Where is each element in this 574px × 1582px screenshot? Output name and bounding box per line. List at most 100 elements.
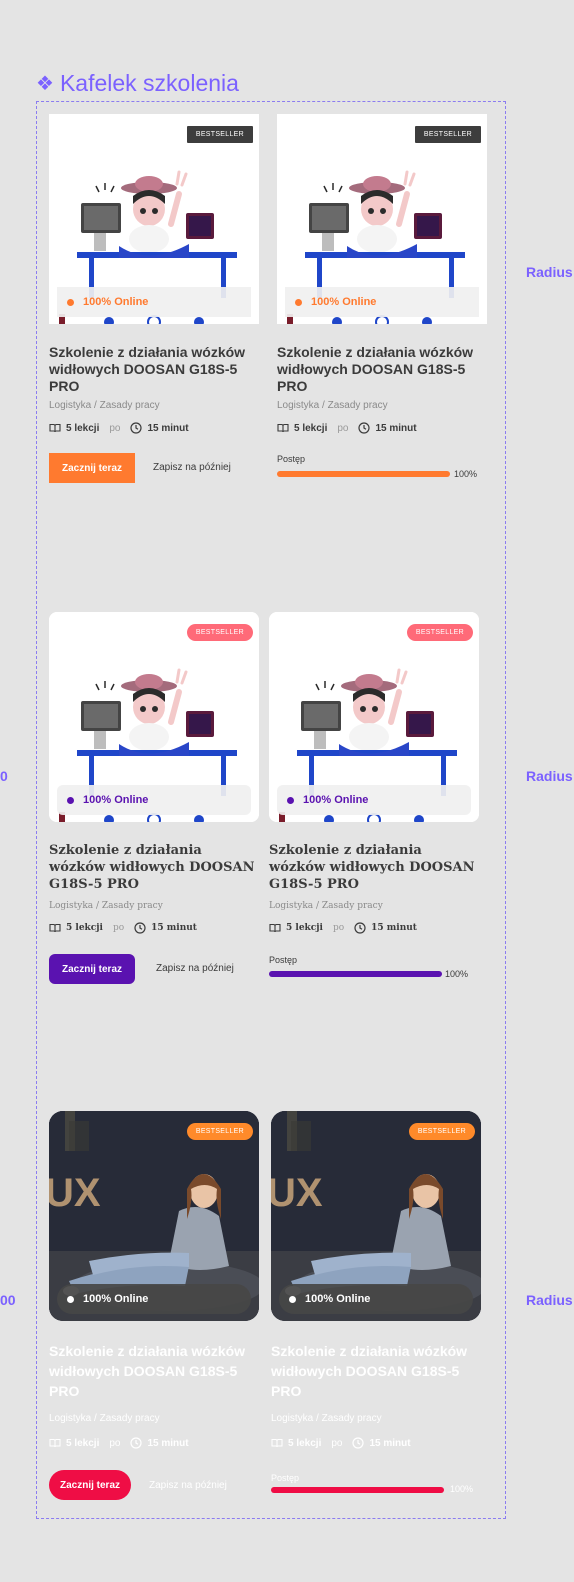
online-label: 100% Online xyxy=(311,296,377,308)
separator-label: po xyxy=(112,923,125,933)
duration: 15 minut xyxy=(369,1437,411,1449)
progress-bar xyxy=(277,471,450,477)
progress-label: Postęp xyxy=(271,1473,300,1483)
bestseller-badge: BESTSELLER xyxy=(186,126,253,143)
lessons-count: 5 lekcji xyxy=(66,923,103,933)
course-category: Logistyka / Zasady pracy xyxy=(49,901,163,911)
course-card[interactable]: BESTSELLER 100% Online Szkolenie z dział… xyxy=(49,612,259,992)
bestseller-badge: BESTSELLER xyxy=(186,624,253,641)
bestseller-badge: BESTSELLER xyxy=(406,624,473,641)
course-category: Logistyka / Zasady pracy xyxy=(49,400,160,411)
progress-percent: 100% xyxy=(450,1484,474,1494)
course-card[interactable]: UX BESTSELLER 100% Online Szkolenie z dz… xyxy=(49,1111,259,1506)
book-icon xyxy=(269,923,281,933)
online-badge: 100% Online xyxy=(285,287,479,317)
clock-icon xyxy=(130,1437,143,1449)
online-label: 100% Online xyxy=(83,794,149,806)
course-meta: 5 lekcji po 15 minut xyxy=(49,1437,189,1449)
start-now-button[interactable]: Zacznij teraz xyxy=(49,954,135,984)
component-icon: ❖ xyxy=(36,72,54,95)
progress-bar xyxy=(271,1487,444,1493)
start-now-button[interactable]: Zacznij teraz xyxy=(49,1470,131,1500)
course-meta: 5 lekcji po 15 minut xyxy=(49,422,189,434)
lessons-count: 5 lekcji xyxy=(66,1437,100,1449)
course-card[interactable]: BESTSELLER 100% Online Szkolenie z dział… xyxy=(269,612,479,992)
online-badge: 100% Online xyxy=(57,287,251,317)
course-category: Logistyka / Zasady pracy xyxy=(49,1413,160,1424)
online-label: 100% Online xyxy=(303,794,369,806)
book-icon xyxy=(271,1438,283,1448)
course-thumbnail: BESTSELLER 100% Online xyxy=(49,612,259,822)
separator-label: po xyxy=(331,1437,343,1449)
bestseller-badge: BESTSELLER xyxy=(408,1123,475,1140)
course-title[interactable]: Szkolenie z działania wózków widłowych D… xyxy=(49,1341,259,1401)
progress-bar xyxy=(269,971,442,977)
radius-label: Radius xyxy=(526,264,573,280)
online-label: 100% Online xyxy=(83,296,149,308)
save-later-link[interactable]: Zapisz na później xyxy=(153,462,231,473)
online-badge: 100% Online xyxy=(279,1284,473,1314)
progress-percent: 100% xyxy=(454,469,478,479)
course-thumbnail: UX BESTSELLER 100% Online xyxy=(49,1111,259,1321)
separator-label: po xyxy=(109,1437,121,1449)
separator-label: po xyxy=(109,422,121,434)
course-thumbnail: BESTSELLER 100% Online xyxy=(277,114,487,324)
course-title[interactable]: Szkolenie z działania wózków widłowych D… xyxy=(271,1341,481,1401)
separator-label: po xyxy=(332,923,345,933)
course-card[interactable]: BESTSELLER 100% Online Szkolenie z dział… xyxy=(277,114,487,494)
course-title[interactable]: Szkolenie z działania wózków widłowych D… xyxy=(269,842,479,893)
progress-fill xyxy=(271,1487,444,1493)
bestseller-badge: BESTSELLER xyxy=(414,126,481,143)
lessons-count: 5 lekcji xyxy=(288,1437,322,1449)
book-icon xyxy=(49,423,61,433)
radius-label: Radius xyxy=(526,1292,573,1308)
clock-icon xyxy=(352,1437,365,1449)
status-dot-icon xyxy=(67,298,74,306)
course-thumbnail: UX BESTSELLER 100% Online xyxy=(271,1111,481,1321)
duration: 15 minut xyxy=(375,422,417,434)
course-category: Logistyka / Zasady pracy xyxy=(269,901,383,911)
start-now-button[interactable]: Zacznij teraz xyxy=(49,453,135,483)
course-title[interactable]: Szkolenie z działania wózków widłowych D… xyxy=(277,344,487,395)
online-badge: 100% Online xyxy=(57,1284,251,1314)
book-icon xyxy=(49,1438,61,1448)
duration: 15 minut xyxy=(147,422,189,434)
course-meta: 5 lekcji po 15 minut xyxy=(269,922,417,934)
course-thumbnail: BESTSELLER 100% Online xyxy=(269,612,479,822)
online-label: 100% Online xyxy=(83,1293,149,1305)
progress-fill xyxy=(269,971,442,977)
radius-label: Radius xyxy=(526,768,573,784)
book-icon xyxy=(49,923,61,933)
status-dot-icon xyxy=(67,1295,74,1303)
clock-icon xyxy=(134,922,146,934)
status-dot-icon xyxy=(67,796,74,804)
online-badge: 100% Online xyxy=(57,785,251,815)
clock-icon xyxy=(130,422,143,434)
svg-text:UX: UX xyxy=(49,1171,101,1215)
course-title[interactable]: Szkolenie z działania wózków widłowych D… xyxy=(49,344,259,395)
bestseller-badge: BESTSELLER xyxy=(186,1123,253,1140)
save-later-link[interactable]: Zapisz na później xyxy=(149,1480,227,1491)
lessons-count: 5 lekcji xyxy=(66,422,100,434)
course-card[interactable]: UX BESTSELLER 100% Online Szkolenie z dz… xyxy=(271,1111,481,1506)
lessons-count: 5 lekcji xyxy=(294,422,328,434)
course-category: Logistyka / Zasady pracy xyxy=(271,1413,382,1424)
course-card[interactable]: BESTSELLER 100% Online Szkolenie z dział… xyxy=(49,114,259,494)
course-title[interactable]: Szkolenie z działania wózków widłowych D… xyxy=(49,842,259,893)
frame-title: ❖ Kafelek szkolenia xyxy=(36,70,239,97)
online-badge: 100% Online xyxy=(277,785,471,815)
book-icon xyxy=(277,423,289,433)
lessons-count: 5 lekcji xyxy=(286,923,323,933)
svg-text:UX: UX xyxy=(271,1171,323,1215)
status-dot-icon xyxy=(287,796,294,804)
clock-icon xyxy=(354,922,366,934)
duration: 15 minut xyxy=(147,1437,189,1449)
progress-label: Postęp xyxy=(277,454,306,464)
progress-fill xyxy=(277,471,450,477)
status-dot-icon xyxy=(295,298,302,306)
status-dot-icon xyxy=(289,1295,296,1303)
separator-label: po xyxy=(337,422,349,434)
online-label: 100% Online xyxy=(305,1293,371,1305)
save-later-link[interactable]: Zapisz na później xyxy=(156,963,234,974)
progress-percent: 100% xyxy=(445,969,469,979)
